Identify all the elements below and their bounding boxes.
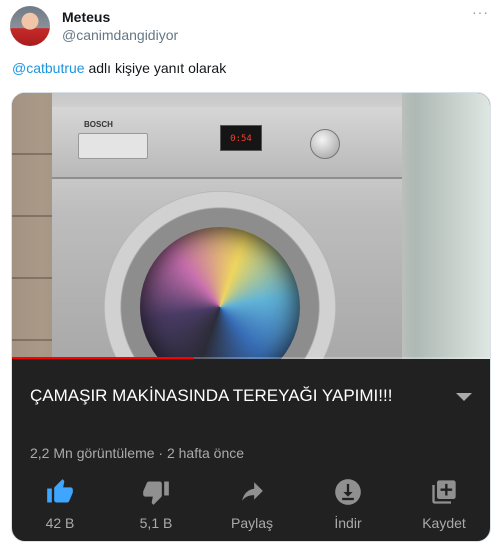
save-playlist-icon <box>429 477 459 507</box>
share-label: Paylaş <box>230 515 274 531</box>
download-label: İndir <box>334 515 362 531</box>
video-title: ÇAMAŞIR MAKİNASINDA TEREYAĞI YAPIMI!!! <box>30 386 393 405</box>
like-count: 42 B <box>45 515 75 531</box>
reply-context: @catbutrue adlı kişiye yanıt olarak <box>12 60 226 76</box>
share-icon <box>237 477 267 507</box>
user-handle[interactable]: @canimdangidiyor <box>62 27 178 43</box>
thumbs-down-icon <box>141 477 171 507</box>
save-button[interactable]: Kaydet <box>396 477 490 537</box>
youtube-card[interactable]: BOSCH 0:54 ÇAMAŞIR MAKİNASINDA TEREYAĞI … <box>11 92 491 542</box>
video-thumbnail[interactable]: BOSCH 0:54 <box>12 93 490 359</box>
save-label: Kaydet <box>422 515 466 531</box>
avatar[interactable] <box>10 6 50 46</box>
program-dial <box>310 129 340 159</box>
machine-display: 0:54 <box>220 125 262 151</box>
video-actions: 42 B 5,1 B Paylaş İndir Kaydet <box>12 477 490 537</box>
video-progress-fill <box>12 357 195 359</box>
display-name[interactable]: Meteus <box>62 9 110 25</box>
download-icon <box>333 477 363 507</box>
dislike-count: 5,1 B <box>139 515 173 531</box>
share-button[interactable]: Paylaş <box>204 477 300 537</box>
video-progress-bar[interactable] <box>12 357 490 359</box>
download-button[interactable]: İndir <box>300 477 396 537</box>
thumbs-up-icon <box>45 477 75 507</box>
wall-tiles <box>12 93 54 359</box>
reply-context-text: adlı kişiye yanıt olarak <box>84 60 227 76</box>
like-button[interactable]: 42 B <box>12 477 108 537</box>
detergent-drawer <box>78 133 148 159</box>
video-meta: 2,2 Mn görüntüleme · 2 hafta önce <box>30 445 245 461</box>
mention-link[interactable]: @catbutrue <box>12 60 85 76</box>
chevron-down-icon[interactable] <box>456 393 472 401</box>
machine-brand: BOSCH <box>84 120 113 129</box>
dislike-button[interactable]: 5,1 B <box>108 477 204 537</box>
more-dots-icon[interactable]: ··· <box>472 4 489 20</box>
